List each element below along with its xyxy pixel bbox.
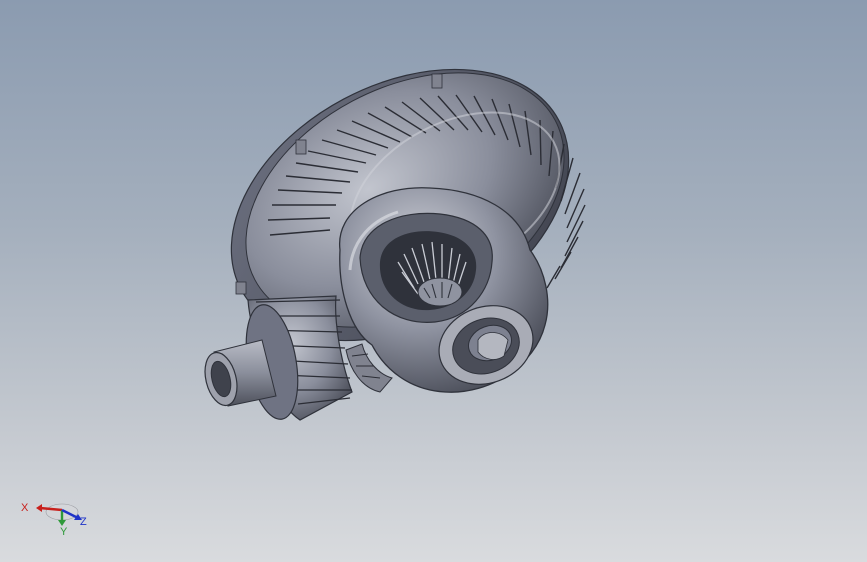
x-axis-label: X — [21, 502, 29, 514]
orientation-triad: X Y Z — [21, 502, 87, 538]
graphics-viewport[interactable]: X Y Z — [0, 0, 867, 562]
y-axis-label: Y — [60, 526, 68, 538]
differential-gear-model[interactable] — [0, 0, 867, 562]
x-axis-arrowhead — [36, 504, 42, 512]
z-axis-label: Z — [80, 516, 87, 528]
pinion-shaft[interactable] — [200, 339, 277, 409]
